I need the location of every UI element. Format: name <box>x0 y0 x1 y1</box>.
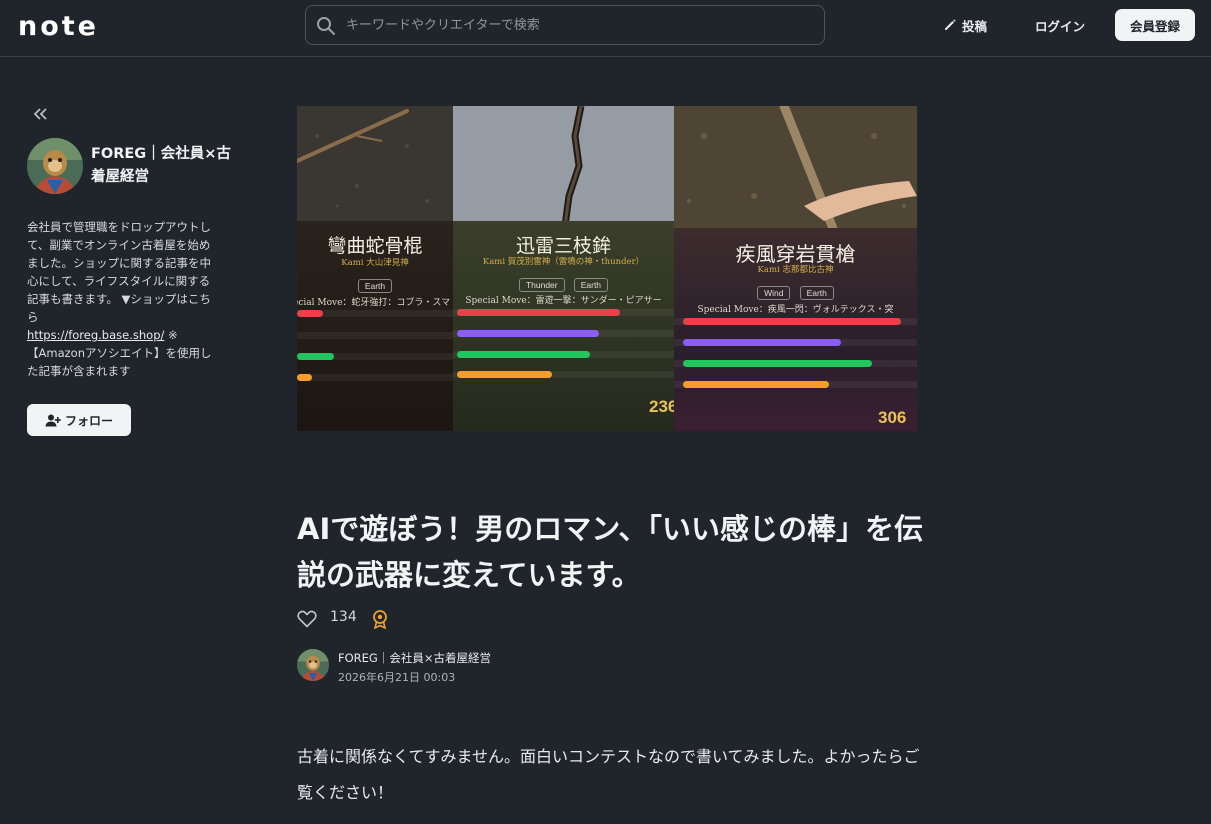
weapon-kami-3: Kami 志那都比古神 <box>757 265 834 275</box>
article-author-name[interactable]: FOREG｜会社員×古着屋経営 <box>338 650 491 666</box>
login-button[interactable]: ログイン <box>1035 16 1085 35</box>
stat-bar-green <box>457 351 590 358</box>
element-tag: Earth <box>799 286 834 300</box>
card-body-2: 迅雷三枝鉾 Kami 賀茂別雷神（雷鳴の神・thunder） Thunder E… <box>453 221 674 431</box>
article-title: AIで遊ぼう！男のロマン、「いい感じの棒」を伝説の武器に変えています。 <box>297 512 923 592</box>
element-tag: Earth <box>357 279 393 293</box>
bio-text: 会社員で管理職をドロップアウトして、副業でオンライン古着屋を始めました。ショップ… <box>27 220 211 324</box>
stat-bar-orange <box>297 374 312 381</box>
element-tag: Wind <box>757 286 791 300</box>
heart-icon[interactable] <box>297 610 317 628</box>
author-avatar[interactable] <box>27 138 83 194</box>
weapon-kami-1: Kami 大山津見神 <box>341 258 409 268</box>
special-move-3: Special Move：疾風一閃：ヴォルテックス・突 <box>697 305 894 315</box>
stat-bar-green <box>683 360 872 367</box>
shop-link[interactable]: https://foreg.base.shop/ <box>27 328 164 342</box>
article-date: 2026年6月21日 00:03 <box>338 671 456 684</box>
weapon-card-1: 彎曲蛇骨棍 Kami 大山津見神 Earth ecial Move：蛇牙強打：コ… <box>297 106 453 431</box>
weapon-tags-2: Thunder Earth <box>453 273 674 292</box>
post-label: 投稿 <box>962 18 988 34</box>
weapon-title-2: 迅雷三枝鉾 <box>515 235 611 257</box>
signup-button[interactable]: 会員登録 <box>1115 9 1195 41</box>
avatar-illustration <box>27 138 83 194</box>
stat-bar-orange <box>683 381 829 388</box>
search-icon <box>317 17 335 35</box>
card-body-1: 彎曲蛇骨棍 Kami 大山津見神 Earth ecial Move：蛇牙強打：コ… <box>297 221 453 431</box>
stat-bar-purple <box>683 339 841 346</box>
like-count[interactable]: 134 <box>330 609 357 625</box>
post-button[interactable]: 投稿 <box>943 14 987 36</box>
author-bio: 会社員で管理職をドロップアウトして、副業でオンライン古着屋を始めました。ショップ… <box>27 218 213 380</box>
weapon-title-1: 彎曲蛇骨棍 <box>327 235 423 257</box>
sidebar-author-name[interactable]: FOREG｜会社員×古着屋経営 <box>91 143 241 189</box>
follow-label: フォロー <box>64 413 113 428</box>
element-tag: Earth <box>573 278 609 292</box>
weapon-tags-1: Earth <box>297 274 453 293</box>
weapon-tags-3: Wind Earth <box>674 281 917 300</box>
weapon-kami-2: Kami 賀茂別雷神（雷鳴の神・thunder） <box>482 257 645 267</box>
stat-track <box>297 332 453 339</box>
site-header: note 投稿 ログイン 会員登録 <box>0 0 1211 57</box>
weapon-card-3: 疾風穿岩貫槍 Kami 志那都比古神 Wind Earth Special Mo… <box>674 106 917 431</box>
article-body-paragraph: 古着に関係なくてすみません。面白いコンテストなので書いてみました。よかったらご覧… <box>297 747 920 802</box>
stat-track <box>297 374 453 381</box>
stick-photo-3 <box>674 106 917 231</box>
stat-bar-red <box>297 310 323 317</box>
stat-bar-orange <box>457 371 552 378</box>
follow-button[interactable]: フォロー <box>27 404 131 436</box>
stick-photo-2 <box>453 106 674 226</box>
add-user-icon <box>45 414 61 426</box>
avatar-illustration <box>297 649 329 681</box>
element-tag: Thunder <box>518 278 565 292</box>
pencil-icon <box>945 19 956 30</box>
article-author-avatar[interactable] <box>297 649 329 681</box>
weapon-card-2: 迅雷三枝鉾 Kami 賀茂別雷神（雷鳴の神・thunder） Thunder E… <box>453 106 674 431</box>
search-box[interactable] <box>305 5 825 45</box>
stick-photo-1 <box>297 106 453 226</box>
award-badge-icon[interactable] <box>371 609 389 629</box>
stat-bar-red <box>683 318 901 325</box>
stat-bar-green <box>297 353 334 360</box>
special-move-1: ecial Move：蛇牙強打：コブラ・スマ <box>297 298 451 308</box>
note-logo[interactable]: note <box>18 11 99 42</box>
weapon-score-2: 236 <box>649 397 674 416</box>
stat-bar-purple <box>457 330 599 337</box>
special-move-2: Special Move：雷遊一撃：サンダー・ピアサー <box>465 296 662 306</box>
article-header-image: 彎曲蛇骨棍 Kami 大山津見神 Earth ecial Move：蛇牙強打：コ… <box>297 106 917 431</box>
search-input[interactable] <box>346 6 806 44</box>
collapse-sidebar-icon[interactable] <box>31 105 49 123</box>
card-body-3: 疾風穿岩貫槍 Kami 志那都比古神 Wind Earth Special Mo… <box>674 228 917 431</box>
stat-bar-red <box>457 309 620 316</box>
weapon-score-3: 306 <box>878 408 907 427</box>
